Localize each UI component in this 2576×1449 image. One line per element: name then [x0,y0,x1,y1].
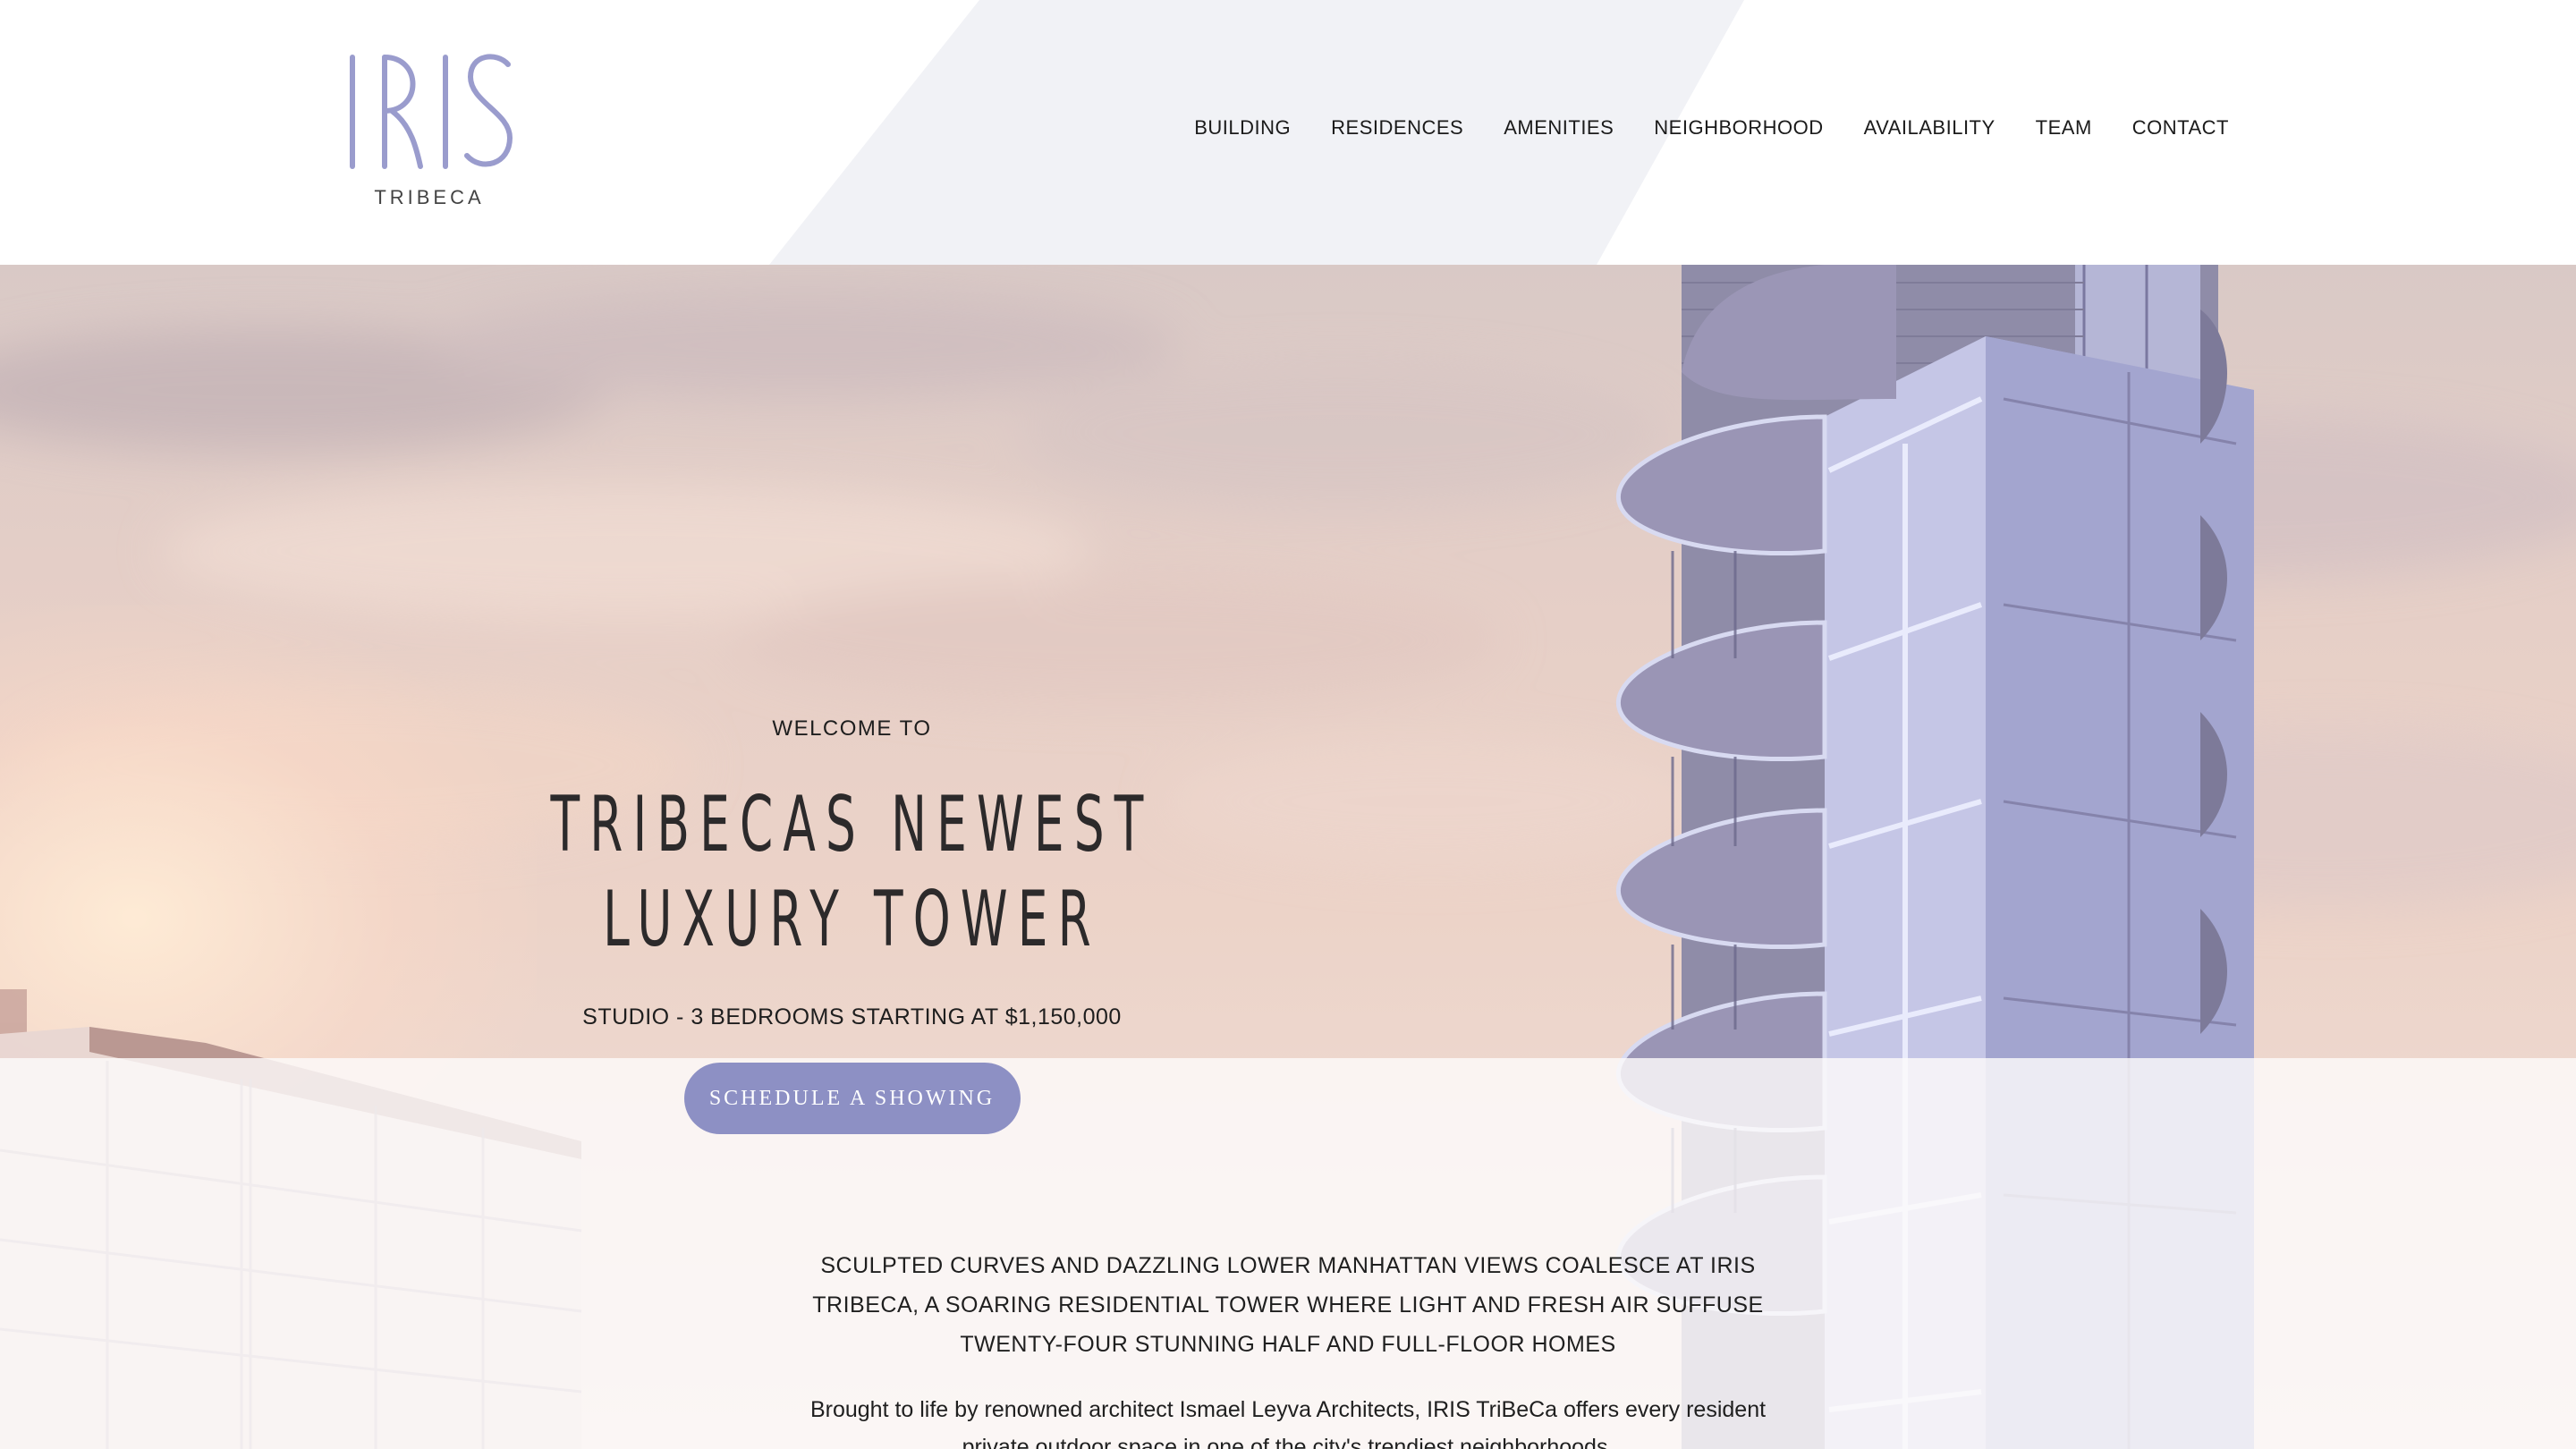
intro-tagline: Sculpted curves and dazzling Lower Manha… [812,1253,1764,1357]
site-logo[interactable]: TRIBECA [340,45,519,224]
logo-subtitle: TRIBECA [374,186,485,208]
nav-amenities[interactable]: AMENITIES [1504,116,1614,140]
hero-headline-line1: TRIBECAS NEWEST [550,780,1154,869]
intro-body-text: Brought to life by renowned architect Is… [809,1397,1767,1449]
hero-price-subline: STUDIO - 3 BEDROOMS STARTING AT $1,150,0… [582,1004,1122,1030]
schedule-showing-button[interactable]: Schedule a showing [683,1063,1021,1134]
nav-contact[interactable]: CONTACT [2132,116,2229,140]
nav-residences[interactable]: RESIDENCES [1331,116,1463,140]
hero-headline-line2: LUXURY TOWER [603,875,1101,964]
nav-neighborhood[interactable]: NEIGHBORHOOD [1654,116,1823,140]
intro-section: Sculpted curves and dazzling Lower Manha… [787,1246,1789,1449]
hero-eyebrow: WELCOME TO [772,716,932,741]
iris-logo-mark [350,54,513,169]
nav-team[interactable]: TEAM [2036,116,2092,140]
hero-content: WELCOME TO TRIBECAS NEWEST LUXURY TOWER … [465,716,1239,1134]
hero-headline: TRIBECAS NEWEST LUXURY TOWER [465,777,1239,967]
nav-building[interactable]: BUILDING [1194,116,1291,140]
site-header: TRIBECA BUILDING RESIDENCES AMENITIES NE… [0,0,2576,265]
nav-availability[interactable]: AVAILABILITY [1864,116,1996,140]
main-nav: BUILDING RESIDENCES AMENITIES NEIGHBORHO… [1194,116,2229,140]
